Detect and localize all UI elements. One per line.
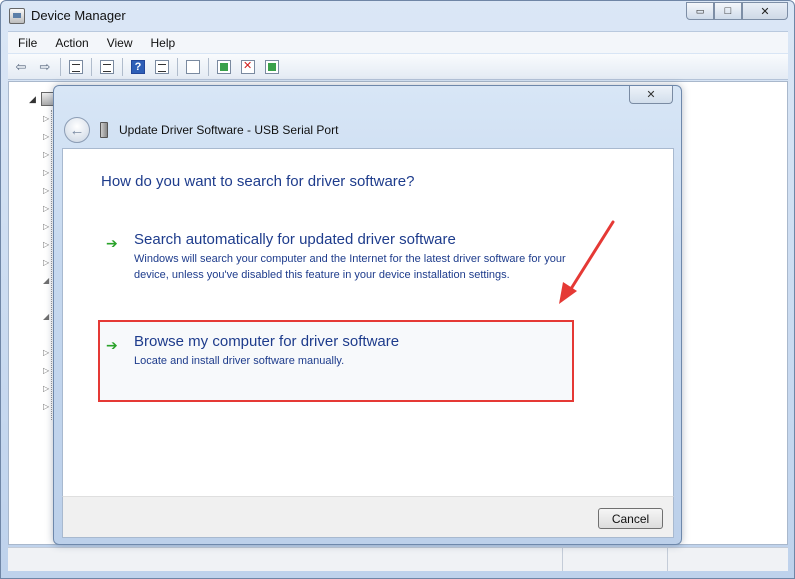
- update-driver-dialog: ✕ ← Update Driver Software - USB Serial …: [53, 85, 682, 545]
- tree-expand-icon[interactable]: ▷: [43, 132, 49, 141]
- tree-expand-icon[interactable]: ▷: [43, 366, 49, 375]
- show-hide-console-tree-icon[interactable]: [67, 58, 85, 76]
- green-arrow-icon: ➔: [106, 235, 118, 251]
- menu-bar: File Action View Help: [8, 31, 788, 53]
- toolbar-separator: [91, 57, 92, 76]
- close-icon: ✕: [760, 5, 770, 18]
- tree-expand-icon[interactable]: ▷: [43, 186, 49, 195]
- tree-expand-icon[interactable]: ▷: [43, 240, 49, 249]
- dialog-footer: Cancel: [62, 496, 674, 538]
- tree-expand-icon[interactable]: ▷: [43, 168, 49, 177]
- tree-collapse-icon[interactable]: ◢: [43, 312, 49, 321]
- toolbar-separator: [60, 57, 61, 76]
- help-icon[interactable]: ?: [129, 58, 147, 76]
- tree-expand-icon[interactable]: ▷: [43, 384, 49, 393]
- option-description: Windows will search your computer and th…: [134, 253, 566, 281]
- properties-icon[interactable]: [98, 58, 116, 76]
- tree-expand-icon[interactable]: ▷: [43, 222, 49, 231]
- device-manager-icon: [9, 8, 25, 24]
- tree-expand-icon[interactable]: ▷: [43, 348, 49, 357]
- option-title: Search automatically for updated driver …: [134, 231, 456, 248]
- dialog-header: ← Update Driver Software - USB Serial Po…: [62, 116, 674, 148]
- tree-expand-icon[interactable]: ▷: [43, 258, 49, 267]
- search-question-heading: How do you want to search for driver sof…: [101, 173, 415, 190]
- option-title: Browse my computer for driver software: [134, 333, 400, 350]
- minimize-icon: ▭: [695, 5, 705, 16]
- disable-device-icon[interactable]: [263, 58, 281, 76]
- tree-connector-line: [51, 110, 52, 420]
- usb-device-icon: [100, 122, 108, 138]
- toolbar-separator: [122, 57, 123, 76]
- minimize-button[interactable]: ▭: [686, 2, 714, 20]
- tree-expand-icon[interactable]: ◢: [29, 94, 39, 105]
- dialog-body: How do you want to search for driver sof…: [62, 148, 674, 496]
- dialog-close-button[interactable]: ✕: [629, 86, 673, 104]
- back-button[interactable]: ←: [64, 117, 90, 143]
- window-title: Device Manager: [31, 8, 126, 23]
- toolbar: ⇦ ⇨ ?: [8, 54, 788, 80]
- dialog-title: Update Driver Software - USB Serial Port: [119, 123, 339, 137]
- view-icon[interactable]: [153, 58, 171, 76]
- toolbar-separator: [177, 57, 178, 76]
- option-description: Locate and install driver software manua…: [134, 355, 345, 367]
- back-arrow-icon[interactable]: ⇦: [12, 58, 30, 76]
- browse-computer-option[interactable]: ➔ Browse my computer for driver software…: [101, 333, 571, 383]
- window-controls: ▭ □ ✕: [686, 2, 788, 20]
- status-pane: [563, 548, 668, 571]
- status-pane: [8, 548, 563, 571]
- menu-help[interactable]: Help: [141, 36, 184, 50]
- scan-hardware-icon[interactable]: [184, 58, 202, 76]
- close-icon: ✕: [646, 89, 656, 101]
- menu-file[interactable]: File: [8, 36, 45, 50]
- tree-collapse-icon[interactable]: ◢: [43, 276, 49, 285]
- tree-expand-icon[interactable]: ▷: [43, 204, 49, 213]
- green-arrow-icon: ➔: [106, 337, 118, 353]
- menu-action[interactable]: Action: [45, 36, 96, 50]
- toolbar-separator: [208, 57, 209, 76]
- title-bar: Device Manager ▭ □ ✕: [1, 1, 794, 31]
- tree-expand-icon[interactable]: ▷: [43, 402, 49, 411]
- status-bar: [8, 547, 788, 571]
- cancel-button[interactable]: Cancel: [598, 508, 663, 529]
- search-automatically-option[interactable]: ➔ Search automatically for updated drive…: [101, 231, 571, 301]
- tree-expand-icon[interactable]: ▷: [43, 150, 49, 159]
- forward-arrow-icon[interactable]: ⇨: [36, 58, 54, 76]
- menu-view[interactable]: View: [97, 36, 141, 50]
- maximize-button[interactable]: □: [714, 2, 742, 20]
- maximize-icon: □: [724, 5, 732, 17]
- uninstall-icon[interactable]: [239, 58, 257, 76]
- close-button[interactable]: ✕: [742, 2, 788, 20]
- update-driver-icon[interactable]: [215, 58, 233, 76]
- red-annotation-arrow-icon: [559, 220, 615, 304]
- back-arrow-icon: ←: [69, 121, 85, 139]
- tree-expand-icon[interactable]: ▷: [43, 114, 49, 123]
